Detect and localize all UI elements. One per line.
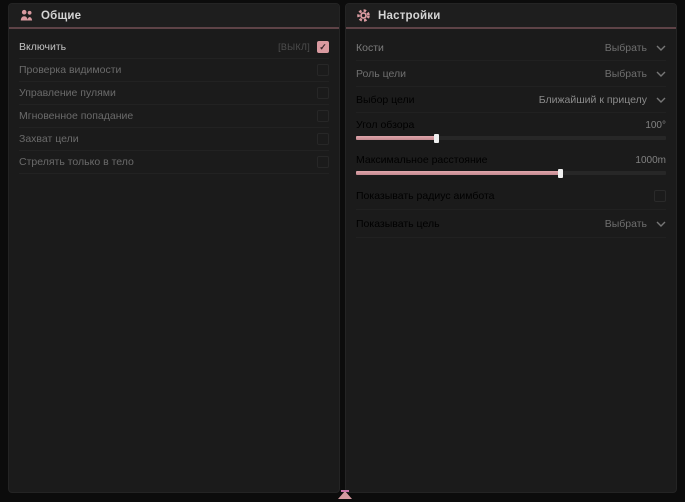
row-target-role-dropdown[interactable]: Выбрать <box>605 68 666 80</box>
row-fov-slider[interactable] <box>356 136 666 140</box>
row-show-target-value: Выбрать <box>605 218 647 230</box>
chevron-down-icon <box>656 45 666 51</box>
row-enable-label: Включить <box>19 41 66 53</box>
panel-settings: Настройки Кости Выбрать Роль цели Выбрат… <box>345 3 677 493</box>
row-bullet-control[interactable]: Управление пулями <box>19 82 329 105</box>
panel-settings-header: Настройки <box>346 4 676 29</box>
chevron-down-icon <box>656 97 666 103</box>
row-bones-label: Кости <box>356 42 384 54</box>
row-target-role-label: Роль цели <box>356 68 406 80</box>
row-fov-slider-fill[interactable] <box>356 136 437 140</box>
row-enable[interactable]: Включить [ВЫКЛ] <box>19 36 329 59</box>
general-rows: Включить [ВЫКЛ] Проверка видимости Управ… <box>9 36 339 174</box>
row-target-role-value: Выбрать <box>605 68 647 80</box>
panel-general: Общие Включить [ВЫКЛ] Проверка видимости… <box>8 3 340 493</box>
row-show-aimbot-radius-label: Показывать радиус аимбота <box>356 190 495 202</box>
row-visibility-check-checkbox[interactable] <box>317 64 329 76</box>
row-bullet-control-label: Управление пулями <box>19 87 116 99</box>
row-visibility-check[interactable]: Проверка видимости <box>19 59 329 82</box>
row-bones[interactable]: Кости Выбрать <box>356 35 666 61</box>
row-visibility-check-label: Проверка видимости <box>19 64 121 76</box>
row-max-distance-value: 1000m <box>635 155 666 166</box>
row-target-lock-checkbox[interactable] <box>317 133 329 145</box>
row-bones-dropdown[interactable]: Выбрать <box>605 42 666 54</box>
panel-settings-title: Настройки <box>378 10 440 22</box>
row-body-only[interactable]: Стрелять только в тело <box>19 151 329 174</box>
row-max-distance: Максимальное расстояние 1000m <box>356 148 666 183</box>
row-max-distance-label: Максимальное расстояние <box>356 154 487 166</box>
users-icon <box>19 8 34 23</box>
row-body-only-label: Стрелять только в тело <box>19 156 134 168</box>
row-fov: Угол обзора 100° <box>356 113 666 148</box>
row-target-lock[interactable]: Захват цели <box>19 128 329 151</box>
chevron-down-icon <box>656 71 666 77</box>
panel-general-header: Общие <box>9 4 339 29</box>
row-enable-keybind[interactable]: [ВЫКЛ] <box>278 42 310 52</box>
row-enable-checkbox[interactable] <box>317 41 329 53</box>
scroll-up-arrow-icon[interactable] <box>338 491 352 499</box>
row-max-distance-slider-fill[interactable] <box>356 171 561 175</box>
row-body-only-checkbox[interactable] <box>317 156 329 168</box>
row-target-lock-label: Захват цели <box>19 133 79 145</box>
row-bullet-control-checkbox[interactable] <box>317 87 329 99</box>
row-show-target-dropdown[interactable]: Выбрать <box>605 218 666 230</box>
row-instant-hit-checkbox[interactable] <box>317 110 329 122</box>
row-target-selection-value: Ближайший к прицелу <box>539 94 647 106</box>
row-target-selection[interactable]: Выбор цели Ближайший к прицелу <box>356 87 666 113</box>
row-show-target[interactable]: Показывать цель Выбрать <box>356 210 666 238</box>
row-target-selection-dropdown[interactable]: Ближайший к прицелу <box>539 94 666 106</box>
row-instant-hit[interactable]: Мгновенное попадание <box>19 105 329 128</box>
chevron-down-icon <box>656 221 666 227</box>
panel-general-title: Общие <box>41 10 81 22</box>
row-target-selection-label: Выбор цели <box>356 94 415 106</box>
row-fov-label: Угол обзора <box>356 119 414 131</box>
gear-icon <box>356 8 371 23</box>
row-target-role[interactable]: Роль цели Выбрать <box>356 61 666 87</box>
row-show-aimbot-radius[interactable]: Показывать радиус аимбота <box>356 183 666 210</box>
row-bones-value: Выбрать <box>605 42 647 54</box>
row-max-distance-slider[interactable] <box>356 171 666 175</box>
row-show-aimbot-radius-checkbox[interactable] <box>654 190 666 202</box>
settings-rows: Кости Выбрать Роль цели Выбрать Выбор це… <box>346 35 676 238</box>
row-fov-value: 100° <box>645 120 666 131</box>
row-instant-hit-label: Мгновенное попадание <box>19 110 133 122</box>
row-show-target-label: Показывать цель <box>356 218 440 230</box>
